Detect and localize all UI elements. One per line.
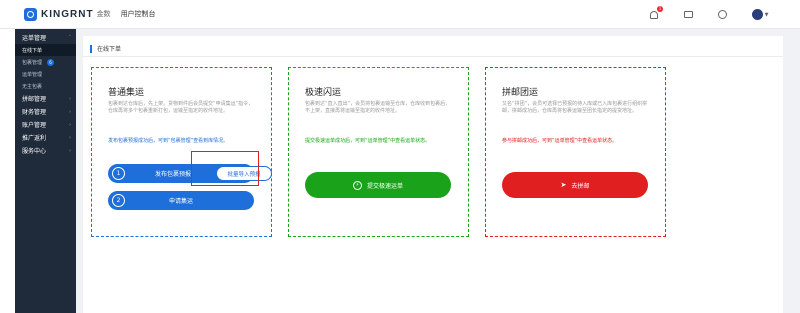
chevron-up-icon: ˄ [68, 34, 72, 41]
button-label: 申请集运 [168, 198, 193, 205]
card-description: 又名“拼团”，会员可选择已预报的待入库或已入库包裹进行组织拼邮，拼邮成功后，仓库… [502, 101, 648, 114]
sidebar-item-waybill[interactable]: 运单管理 [15, 68, 76, 80]
chevron-right-icon: › [69, 147, 71, 154]
bell-icon [650, 10, 658, 19]
breadcrumb: 在线下单 [90, 44, 121, 53]
sidebar-group-label: 运单管理 [22, 35, 47, 42]
sidebar-group-label: 拼邮管理 [22, 96, 47, 103]
card-description: 包裹到达“直入直出”，会员将包裹运输至仓库，仓库收到包裹后，不上架，直接再将运输… [305, 101, 451, 114]
sidebar-group-label: 服务中心 [22, 148, 47, 155]
sidebar-item-label: 无主包裹 [22, 83, 43, 90]
clock-icon [717, 10, 727, 19]
sidebar-item-online-order[interactable]: 在线下单 [15, 44, 76, 56]
chevron-right-icon: › [69, 95, 71, 102]
screen-icon [683, 11, 693, 18]
card-title: 普通集运 [108, 88, 145, 98]
caret-down-icon: ▼ [764, 11, 769, 18]
sidebar-group-finance[interactable]: 财务管理 › [15, 105, 76, 118]
card-express: 极速闪运 包裹到达“直入直出”，会员将包裹运输至仓库，仓库收到包裹后，不上架，直… [288, 67, 469, 237]
sidebar: 运单管理 ˄ 在线下单 包裹管理 6 运单管理 无主包裹 拼邮管理 › 财务管理… [15, 29, 76, 313]
card-title: 拼邮团运 [502, 88, 539, 98]
join-group-button[interactable]: ➤ 去拼邮 [502, 172, 648, 198]
chevron-right-icon: › [69, 121, 71, 128]
sidebar-item-unclaimed[interactable]: 无主包裹 [15, 80, 76, 92]
sidebar-item-label: 运单管理 [22, 71, 43, 78]
card-description: 包裹到达仓库后，先上架。货物到件后会员提交“申请集运”指令，仓库再将多个包裹重新… [108, 101, 254, 114]
highlight-box [191, 151, 259, 186]
logo-cn-text: 金数 [96, 10, 111, 18]
breadcrumb-marker [90, 44, 92, 53]
step-number: 1 [112, 167, 125, 180]
bolt-icon: ⚡ [352, 180, 362, 190]
sidebar-item-label: 包裹管理 [22, 59, 43, 66]
apply-consolidation-button[interactable]: 2 申请集运 [108, 191, 254, 210]
submit-express-button[interactable]: ⚡ 提交极速运单 [305, 172, 451, 198]
card-title: 极速闪运 [305, 88, 342, 98]
logo-text: KINGRNT [41, 8, 94, 20]
sidebar-item-package[interactable]: 包裹管理 6 [15, 56, 76, 68]
sidebar-group-service[interactable]: 服务中心 › [15, 144, 76, 157]
top-bar: KINGRNT 金数 用户控制台 1 ▼ [0, 0, 800, 29]
sidebar-group-referral[interactable]: 推广返利 › [15, 131, 76, 144]
console-title: 用户控制台 [120, 10, 156, 18]
sidebar-group-group-mail[interactable]: 拼邮管理 › [15, 92, 76, 105]
notification-badge: 1 [657, 5, 663, 12]
user-menu[interactable]: ▼ [750, 9, 770, 21]
history-button[interactable] [716, 9, 728, 21]
sidebar-group-label: 财务管理 [22, 109, 47, 116]
logo-icon [24, 7, 37, 21]
sidebar-group-label: 账户管理 [22, 122, 47, 129]
sidebar-badge: 6 [47, 58, 55, 66]
sidebar-item-label: 在线下单 [22, 47, 43, 54]
sidebar-group-waybill[interactable]: 运单管理 ˄ [15, 31, 76, 44]
card-note: 发布包裹预报成功后，可到“包裹管理”查看到库情况。 [108, 138, 229, 144]
sidebar-group-label: 推广返利 [22, 135, 47, 142]
card-note: 提交极速运单成功后，可到“运单管理”中查看运单状态。 [305, 138, 431, 144]
logo[interactable]: KINGRNT 金数 [24, 7, 111, 21]
divider [83, 56, 783, 57]
button-label: 去拼邮 [571, 182, 590, 190]
chevron-right-icon: › [69, 134, 71, 141]
send-icon: ➤ [560, 181, 567, 189]
button-label: 提交极速运单 [366, 182, 403, 190]
card-group: 拼邮团运 又名“拼团”，会员可选择已预报的待入库或已入库包裹进行组织拼邮，拼邮成… [485, 67, 666, 237]
notification-button[interactable]: 1 [648, 5, 663, 21]
message-button[interactable] [682, 9, 694, 21]
sidebar-group-account[interactable]: 账户管理 › [15, 118, 76, 131]
card-note: 参与拼邮成功后，可到“运单管理”中查看运单状态。 [502, 138, 618, 144]
avatar [751, 9, 763, 20]
page-title: 在线下单 [97, 46, 122, 53]
chevron-right-icon: › [69, 108, 71, 115]
